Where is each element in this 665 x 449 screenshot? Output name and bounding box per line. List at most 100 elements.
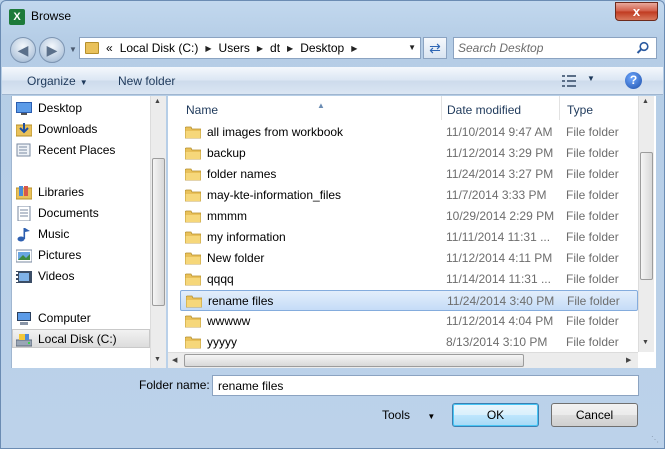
refresh-icon: ⇄ xyxy=(429,40,441,56)
cell-date-modified: 10/29/2014 2:29 PM xyxy=(446,209,555,223)
file-list-hscroll-thumb[interactable] xyxy=(184,354,524,367)
scroll-right-icon[interactable]: ▶ xyxy=(626,356,631,364)
change-view-button[interactable]: ▼ xyxy=(562,73,598,89)
table-row[interactable]: wwwww 11/12/2014 4:04 PM File folder xyxy=(180,311,638,332)
folder-icon xyxy=(185,210,201,223)
computer-icon xyxy=(17,312,31,325)
search-box[interactable] xyxy=(453,37,657,59)
file-list-vertical-scrollbar[interactable]: ▲ ▼ xyxy=(638,96,654,352)
organize-button[interactable]: Organize ▼ xyxy=(27,74,88,88)
cell-name: may-kte-information_files xyxy=(207,188,342,202)
cell-date-modified: 11/11/2014 11:31 ... xyxy=(446,230,551,244)
chevron-down-icon: ▼ xyxy=(427,412,436,421)
breadcrumb-dt[interactable]: dt xyxy=(270,41,280,55)
nav-item-label: Pictures xyxy=(38,248,82,262)
nav-pane-scrollbar[interactable]: ▲ ▼ xyxy=(150,96,166,368)
chevron-down-icon: ▼ xyxy=(587,74,595,83)
recent-places-icon xyxy=(16,143,31,157)
scroll-left-icon[interactable]: ◀ xyxy=(172,356,177,364)
nav-item-documents[interactable]: Documents xyxy=(17,204,99,223)
cell-type: File folder xyxy=(566,335,619,349)
recent-pages-dropdown-icon[interactable]: ▼ xyxy=(69,45,77,54)
table-row[interactable]: yyyyy 8/13/2014 3:10 PM File folder xyxy=(180,332,638,353)
table-row[interactable]: qqqq 11/14/2014 11:31 ... File folder xyxy=(180,269,638,290)
scroll-up-icon[interactable]: ▲ xyxy=(154,98,161,105)
documents-icon xyxy=(17,206,31,221)
table-row[interactable]: may-kte-information_files 11/7/2014 3:33 … xyxy=(180,185,638,206)
nav-item-libraries[interactable]: Libraries xyxy=(16,183,85,202)
nav-item-videos[interactable]: Videos xyxy=(16,267,74,286)
search-icon[interactable] xyxy=(636,41,650,55)
cell-name: mmmm xyxy=(207,209,247,223)
tools-button[interactable]: Tools ▼ xyxy=(382,408,435,422)
refresh-button[interactable]: ⇄ xyxy=(423,37,447,59)
pictures-icon xyxy=(16,249,32,263)
nav-item-label: Music xyxy=(38,227,70,241)
table-row[interactable]: rename files 11/24/2014 3:40 PM File folde… xyxy=(180,290,638,311)
table-row[interactable]: folder names 11/24/2014 3:27 PM File folde… xyxy=(180,164,638,185)
nav-item-pictures[interactable]: Pictures xyxy=(16,246,82,265)
nav-item-desktop[interactable]: Desktop xyxy=(16,99,82,118)
cell-name: wwwww xyxy=(207,314,251,328)
file-list-scroll-thumb[interactable] xyxy=(640,152,653,280)
nav-item-music[interactable]: Music xyxy=(17,225,70,244)
scroll-up-icon[interactable]: ▲ xyxy=(642,98,649,105)
nav-scroll-thumb[interactable] xyxy=(152,158,165,306)
cell-name: folder names xyxy=(207,167,277,181)
nav-item-computer[interactable]: Computer xyxy=(17,309,91,328)
breadcrumb-overflow[interactable]: « xyxy=(106,41,113,55)
file-list-horizontal-scrollbar[interactable]: ◀ ▶ xyxy=(168,352,638,368)
table-row[interactable]: New folder 11/12/2014 4:11 PM File folder xyxy=(180,248,638,269)
forward-button[interactable]: ▶ xyxy=(39,37,65,63)
cell-name: New folder xyxy=(207,251,265,265)
folder-icon xyxy=(85,42,99,54)
search-input[interactable] xyxy=(458,40,630,56)
column-header-name[interactable]: ▲ Name xyxy=(179,96,442,120)
table-row[interactable]: all images from workbook 11/10/2014 9:47 … xyxy=(180,122,638,143)
nav-item-downloads[interactable]: Downloads xyxy=(16,120,97,139)
cancel-button[interactable]: Cancel xyxy=(551,403,638,427)
breadcrumb-local-disk[interactable]: Local Disk (C:) xyxy=(120,41,199,55)
forward-arrow-icon: ▶ xyxy=(46,42,58,58)
details-view-icon xyxy=(562,75,576,87)
ok-button[interactable]: OK xyxy=(452,403,539,427)
new-folder-button[interactable]: New folder xyxy=(118,74,175,88)
nav-item-label: Local Disk (C:) xyxy=(38,332,117,346)
cell-type: File folder xyxy=(566,167,619,181)
back-button[interactable]: ◀ xyxy=(10,37,36,63)
nav-item-local-disk[interactable]: Local Disk (C:) xyxy=(16,330,117,349)
table-row[interactable]: mmmm 10/29/2014 2:29 PM File folder xyxy=(180,206,638,227)
table-row[interactable]: backup 11/12/2014 3:29 PM File folder xyxy=(180,143,638,164)
scroll-down-icon[interactable]: ▼ xyxy=(642,339,649,346)
cell-date-modified: 11/14/2014 11:31 ... xyxy=(446,272,551,286)
address-dropdown-icon[interactable]: ▼ xyxy=(408,43,416,52)
toolbar: Organize ▼ New folder ▼ ? xyxy=(2,67,663,95)
chevron-right-icon[interactable]: ▶ xyxy=(287,44,293,53)
chevron-right-icon[interactable]: ▶ xyxy=(257,44,263,53)
table-row[interactable]: my information 11/11/2014 11:31 ... File f… xyxy=(180,227,638,248)
chevron-right-icon[interactable]: ▶ xyxy=(351,44,357,53)
breadcrumb-users[interactable]: Users xyxy=(219,41,250,55)
nav-item-label: Libraries xyxy=(38,185,85,199)
cell-date-modified: 11/12/2014 4:04 PM xyxy=(446,314,554,328)
cell-name: my information xyxy=(207,230,286,244)
drive-icon xyxy=(16,334,32,347)
address-bar[interactable]: « Local Disk (C:) ▶ Users ▶ dt ▶ Desktop… xyxy=(79,37,421,59)
nav-item-recent-places[interactable]: Recent Places xyxy=(16,141,115,160)
breadcrumb-desktop[interactable]: Desktop xyxy=(300,41,344,55)
cell-type: File folder xyxy=(566,146,619,160)
folder-icon xyxy=(185,231,201,244)
column-header-type[interactable]: Type xyxy=(560,96,638,120)
chevron-right-icon[interactable]: ▶ xyxy=(205,44,211,53)
scroll-down-icon[interactable]: ▼ xyxy=(154,356,161,363)
resize-grip-icon[interactable]: ⋱ xyxy=(651,435,661,445)
folder-name-input[interactable] xyxy=(212,375,639,396)
column-header-date[interactable]: Date modified xyxy=(440,96,560,120)
help-icon[interactable]: ? xyxy=(625,72,642,89)
cell-date-modified: 11/24/2014 3:27 PM xyxy=(446,167,554,181)
nav-item-label: Documents xyxy=(38,206,99,220)
excel-app-icon: X xyxy=(9,9,25,25)
cell-type: File folder xyxy=(566,272,619,286)
browse-dialog: X Browse x ◀ ▶ ▼ « Local Disk (C:) ▶ Use… xyxy=(0,0,665,449)
close-button[interactable]: x xyxy=(615,2,658,21)
